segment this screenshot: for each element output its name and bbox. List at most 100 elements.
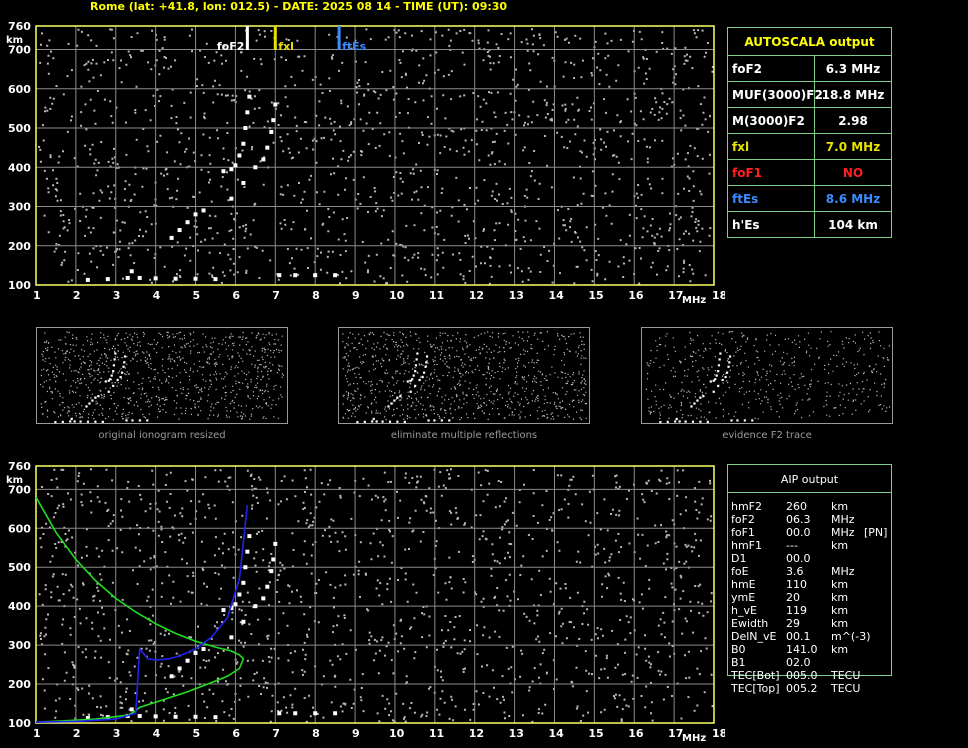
trace-point xyxy=(261,157,266,162)
aip-unit: km xyxy=(831,604,849,617)
thumbnail-trace-point xyxy=(109,378,112,381)
thumbnail-trace-point xyxy=(113,358,116,361)
aip-value: 260 xyxy=(786,500,807,513)
thumbnail-trace-point xyxy=(421,375,424,379)
aip-key: h_vE xyxy=(731,604,757,617)
autoscala-key: M(3000)F2 xyxy=(732,114,805,128)
thumbnail-trace-point xyxy=(396,420,399,423)
aip-key: Ewidth xyxy=(731,617,769,630)
autoscala-row: M(3000)F2 2.98 xyxy=(728,107,891,134)
aip-unit: MHz xyxy=(831,526,855,539)
trace-point xyxy=(333,273,338,278)
aip-key: B0 xyxy=(731,643,746,656)
x-tick-label: 10 xyxy=(389,289,405,302)
x-tick-label: 7 xyxy=(272,727,280,740)
autoscala-value: 18.8 MHz xyxy=(821,88,885,102)
aip-title: AIP output xyxy=(780,473,839,486)
ftes-marker xyxy=(337,26,341,50)
autoscala-key: foF1 xyxy=(732,166,763,180)
autoscala-row: foF2 6.3 MHz xyxy=(728,55,891,82)
thumbnail-trace-point xyxy=(675,417,678,421)
y-tick-label: 400 xyxy=(8,600,31,613)
trace-point xyxy=(271,557,276,562)
thumbnail-trace-point xyxy=(122,365,125,368)
trace-point xyxy=(129,707,134,712)
thumbnail-trace-point xyxy=(403,420,406,423)
x-tick-label: 18 xyxy=(712,289,725,302)
thumbnail-trace-point xyxy=(712,390,715,393)
thumbnail-trace-point xyxy=(425,355,429,358)
y-tick-label: 500 xyxy=(8,122,31,135)
trace-point xyxy=(125,275,130,280)
x-tick-label: 15 xyxy=(588,727,603,740)
thumbnail-trace-point xyxy=(388,420,392,423)
aip-key: foF2 xyxy=(731,513,755,526)
trace-point xyxy=(105,277,110,282)
thumbnail-trace-point xyxy=(363,420,366,423)
thumbnail-trace-point xyxy=(727,365,730,368)
aip-extra: [PN] xyxy=(864,526,888,539)
thumbnail-trace-point xyxy=(112,384,115,387)
aip-unit: km xyxy=(831,578,849,591)
thumbnail-trace-point xyxy=(427,419,430,422)
thumbnail-caption: eliminate multiple reflections xyxy=(390,430,538,441)
trace-point xyxy=(201,647,206,652)
thumbnail-trace-point xyxy=(123,361,126,364)
thumbnail-trace-point xyxy=(393,399,396,402)
thumbnail-trace-point xyxy=(86,420,90,423)
x-tick-label: 1 xyxy=(33,289,41,302)
x-tick-label: 6 xyxy=(232,289,240,302)
x-tick-label: 11 xyxy=(429,727,444,740)
aip-key: D1 xyxy=(731,552,747,565)
thumbnail-trace-point xyxy=(390,402,393,405)
autoscala-title: AUTOSCALA output xyxy=(744,35,875,49)
trace-point xyxy=(273,541,278,546)
autoscala-value: 104 km xyxy=(828,218,878,232)
x-tick-label: 11 xyxy=(429,289,444,302)
trace-point xyxy=(241,141,246,146)
y-tick-label: 500 xyxy=(8,561,31,574)
trace-point xyxy=(137,713,142,718)
thumbnail-trace-point xyxy=(396,396,399,399)
trace-point xyxy=(247,534,252,539)
trace-point xyxy=(229,196,234,201)
y-tick-label: 760 xyxy=(8,20,31,33)
thumbnail-trace-point xyxy=(70,417,73,421)
trace-point xyxy=(129,269,134,274)
thumbnail-trace-point xyxy=(693,402,696,405)
y-tick-label: 100 xyxy=(8,279,31,292)
trace-point xyxy=(193,714,198,719)
trace-point xyxy=(169,235,174,240)
thumbnail-trace-point xyxy=(101,420,104,423)
autoscala-key: MUF(3000)F2 xyxy=(732,88,823,102)
thumbnail-trace-point xyxy=(97,395,100,398)
trace-point xyxy=(277,273,282,278)
thumbnail-trace-point xyxy=(114,352,117,355)
thumbnail-trace-point xyxy=(751,419,754,422)
thumbnail-trace-point xyxy=(717,370,720,373)
thumbnail-trace-point xyxy=(666,420,669,423)
trace-point xyxy=(293,711,298,716)
thumbnail-trace-point xyxy=(425,361,428,364)
trace-point xyxy=(253,604,258,609)
aip-key: hmF1 xyxy=(731,539,763,552)
aip-value: 141.0 xyxy=(786,643,818,656)
trace-point xyxy=(185,658,190,663)
x-tick-label: 8 xyxy=(312,289,320,302)
x-tick-label: 3 xyxy=(113,727,121,740)
trace-point xyxy=(277,711,282,716)
fxl-marker xyxy=(273,26,277,50)
x-tick-label: 2 xyxy=(73,289,81,302)
aip-unit: km xyxy=(831,500,849,513)
x-tick-label: 4 xyxy=(153,289,161,302)
trace-point xyxy=(85,277,90,282)
y-tick-label: 300 xyxy=(8,639,31,652)
thumbnail-frame xyxy=(36,327,288,424)
aip-key: TEC[Bot] xyxy=(731,669,780,682)
thumbnail-trace-point xyxy=(116,378,119,382)
trace-point xyxy=(237,153,242,158)
thumbnail-trace-point xyxy=(418,378,421,382)
thumbnail-trace-point xyxy=(724,375,727,379)
thumbnail-trace-point xyxy=(406,380,409,383)
thumbnail-trace-point xyxy=(702,395,705,398)
